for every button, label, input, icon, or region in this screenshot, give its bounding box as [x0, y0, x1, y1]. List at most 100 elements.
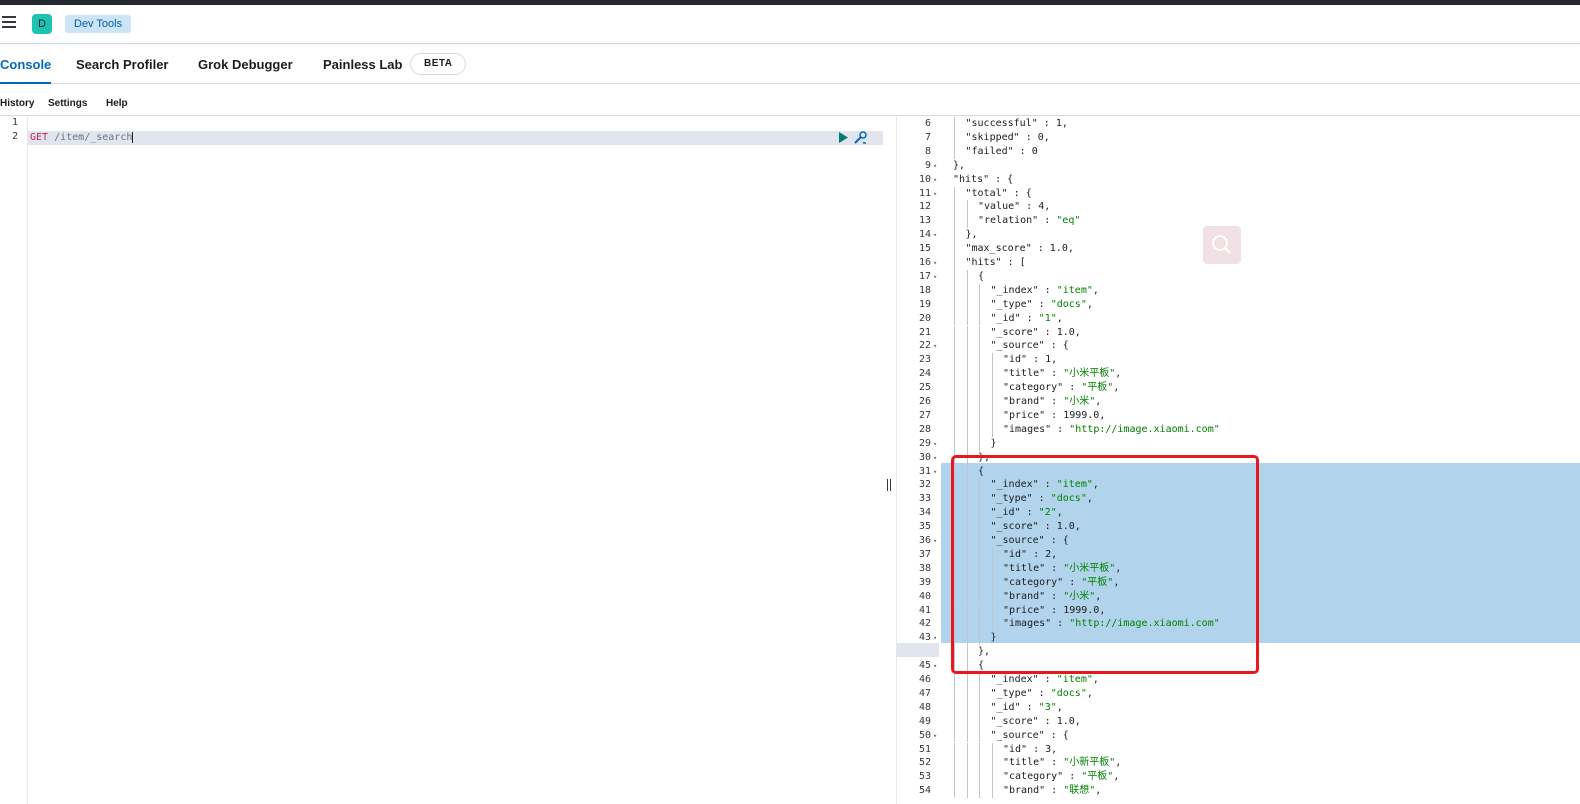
active-line-highlight: [28, 131, 883, 145]
indent-guide: [966, 269, 968, 284]
fold-toggle-icon[interactable]: ▾: [933, 534, 937, 548]
fold-toggle-icon[interactable]: ▾: [933, 270, 937, 284]
fold-toggle-icon[interactable]: ▾: [933, 339, 937, 353]
code-token: }: [990, 437, 997, 449]
indent-guide: [954, 700, 955, 715]
settings-link[interactable]: Settings: [48, 98, 87, 109]
fold-toggle-icon[interactable]: ▾: [933, 187, 937, 201]
fold-toggle-icon[interactable]: ▾: [933, 659, 937, 673]
response-line: {: [978, 270, 984, 284]
response-line: },: [966, 228, 978, 242]
indent-guide: [966, 436, 968, 451]
line-number: 37: [918, 548, 931, 560]
request-line[interactable]: GET /item/_search: [30, 131, 134, 145]
indent-guide: [991, 756, 993, 771]
line-number: 13: [918, 215, 931, 227]
indent-guide: [979, 561, 980, 576]
tab-search-profiler[interactable]: Search Profiler: [76, 57, 169, 72]
history-link[interactable]: History: [0, 98, 34, 109]
magnifier-icon: [1212, 235, 1231, 254]
indent-guide: [966, 353, 968, 368]
string-token: "平板": [1081, 382, 1114, 394]
indent-guide: [966, 339, 968, 354]
code-token: },: [953, 159, 966, 171]
response-line: "_source" : {: [991, 729, 1069, 743]
line-number: 41: [918, 604, 931, 616]
code-token: ,: [1115, 562, 1122, 574]
indent-guide: [979, 714, 980, 729]
panel-resizer[interactable]: [886, 479, 892, 491]
response-line: {: [978, 659, 984, 673]
indent-guide: [966, 617, 968, 632]
string-token: "http://image.xiaomi.com": [1069, 423, 1220, 435]
response-line: "total" : {: [966, 187, 1032, 201]
fold-toggle-icon[interactable]: ▾: [933, 228, 937, 242]
indent-guide: [966, 728, 968, 743]
line-number: 22: [918, 340, 931, 352]
response-viewer[interactable]: 6 7 8 9 ▾ 10 ▾ 11 ▾ 12 13 14 ▾ 15 16 ▾ 17 ▾ 18 19 20 21 22 ▾ 23 2…: [896, 117, 1580, 804]
line-number: 49: [918, 715, 931, 727]
indent-guide: [979, 631, 980, 646]
code-token: ,: [1095, 396, 1102, 407]
indent-guide: [991, 589, 993, 604]
fold-toggle-icon[interactable]: ▾: [933, 437, 937, 451]
code-token: ,: [1113, 771, 1120, 783]
indent-guide: [979, 700, 980, 715]
code-token: "max_score" : 1.0,: [965, 243, 1074, 255]
indent-guide: [954, 464, 955, 479]
fold-toggle-icon[interactable]: ▾: [933, 256, 937, 270]
indent-guide: [979, 297, 980, 312]
indent-guide: [966, 325, 968, 340]
fold-toggle-icon[interactable]: ▾: [933, 173, 937, 187]
indent-guide: [954, 645, 955, 660]
play-icon[interactable]: [839, 132, 848, 143]
response-line: "_type" : "docs",: [991, 298, 1093, 312]
indent-guide: [979, 770, 980, 785]
indent-guide: [979, 617, 980, 632]
tab-console[interactable]: Console: [0, 57, 52, 84]
search-overlay-button[interactable]: [1203, 226, 1241, 264]
fold-toggle-icon[interactable]: ▾: [933, 451, 937, 465]
indent-guide: [979, 283, 980, 298]
tab-grok-debugger[interactable]: Grok Debugger: [198, 57, 293, 72]
indent-guide: [966, 506, 968, 521]
wrench-icon[interactable]: [852, 130, 868, 146]
code-token: "_type" :: [990, 493, 1051, 505]
line-number: 9: [924, 159, 931, 171]
indent-guide: [966, 408, 968, 423]
fold-toggle-icon[interactable]: ▾: [933, 729, 937, 743]
indent-guide: [979, 686, 980, 701]
code-token: "_id" :: [990, 701, 1039, 713]
menu-icon[interactable]: [2, 16, 18, 30]
line-number: 47: [918, 687, 931, 699]
request-editor[interactable]: 1 2 GET /item/_search: [0, 117, 884, 804]
line-number: 16: [918, 257, 931, 268]
indent-guide: [979, 408, 980, 423]
response-line: "_score" : 1.0,: [991, 520, 1081, 534]
indent-guide: [954, 367, 955, 382]
breadcrumb-dev-tools[interactable]: Dev Tools: [65, 15, 132, 33]
line-number: 1: [11, 117, 18, 128]
string-token: "item": [1056, 674, 1093, 685]
indent-guide: [979, 784, 980, 799]
string-token: "eq": [1056, 215, 1081, 227]
indent-guide: [954, 408, 955, 423]
help-link[interactable]: Help: [106, 98, 128, 109]
indent-guide: [991, 603, 993, 618]
string-token: "小米平板": [1063, 562, 1116, 574]
code-token: "category" :: [1003, 382, 1082, 394]
response-line: "failed" : 0: [966, 145, 1038, 159]
code-token: "id" : 3,: [1003, 743, 1058, 755]
fold-toggle-icon[interactable]: ▾: [933, 465, 937, 479]
indent-guide: [966, 214, 968, 229]
code-token: "_index" :: [990, 674, 1057, 685]
code-token: ,: [1113, 382, 1120, 394]
indent-guide: [991, 422, 993, 437]
code-token: "_source" : {: [990, 535, 1069, 546]
space-avatar[interactable]: D: [32, 14, 52, 34]
indent-guide: [979, 478, 980, 493]
response-line: "id" : 1,: [1003, 353, 1057, 367]
fold-toggle-icon[interactable]: ▾: [933, 159, 937, 173]
code-token: {: [978, 660, 985, 672]
tab-painless-lab[interactable]: Painless Lab: [323, 57, 402, 72]
